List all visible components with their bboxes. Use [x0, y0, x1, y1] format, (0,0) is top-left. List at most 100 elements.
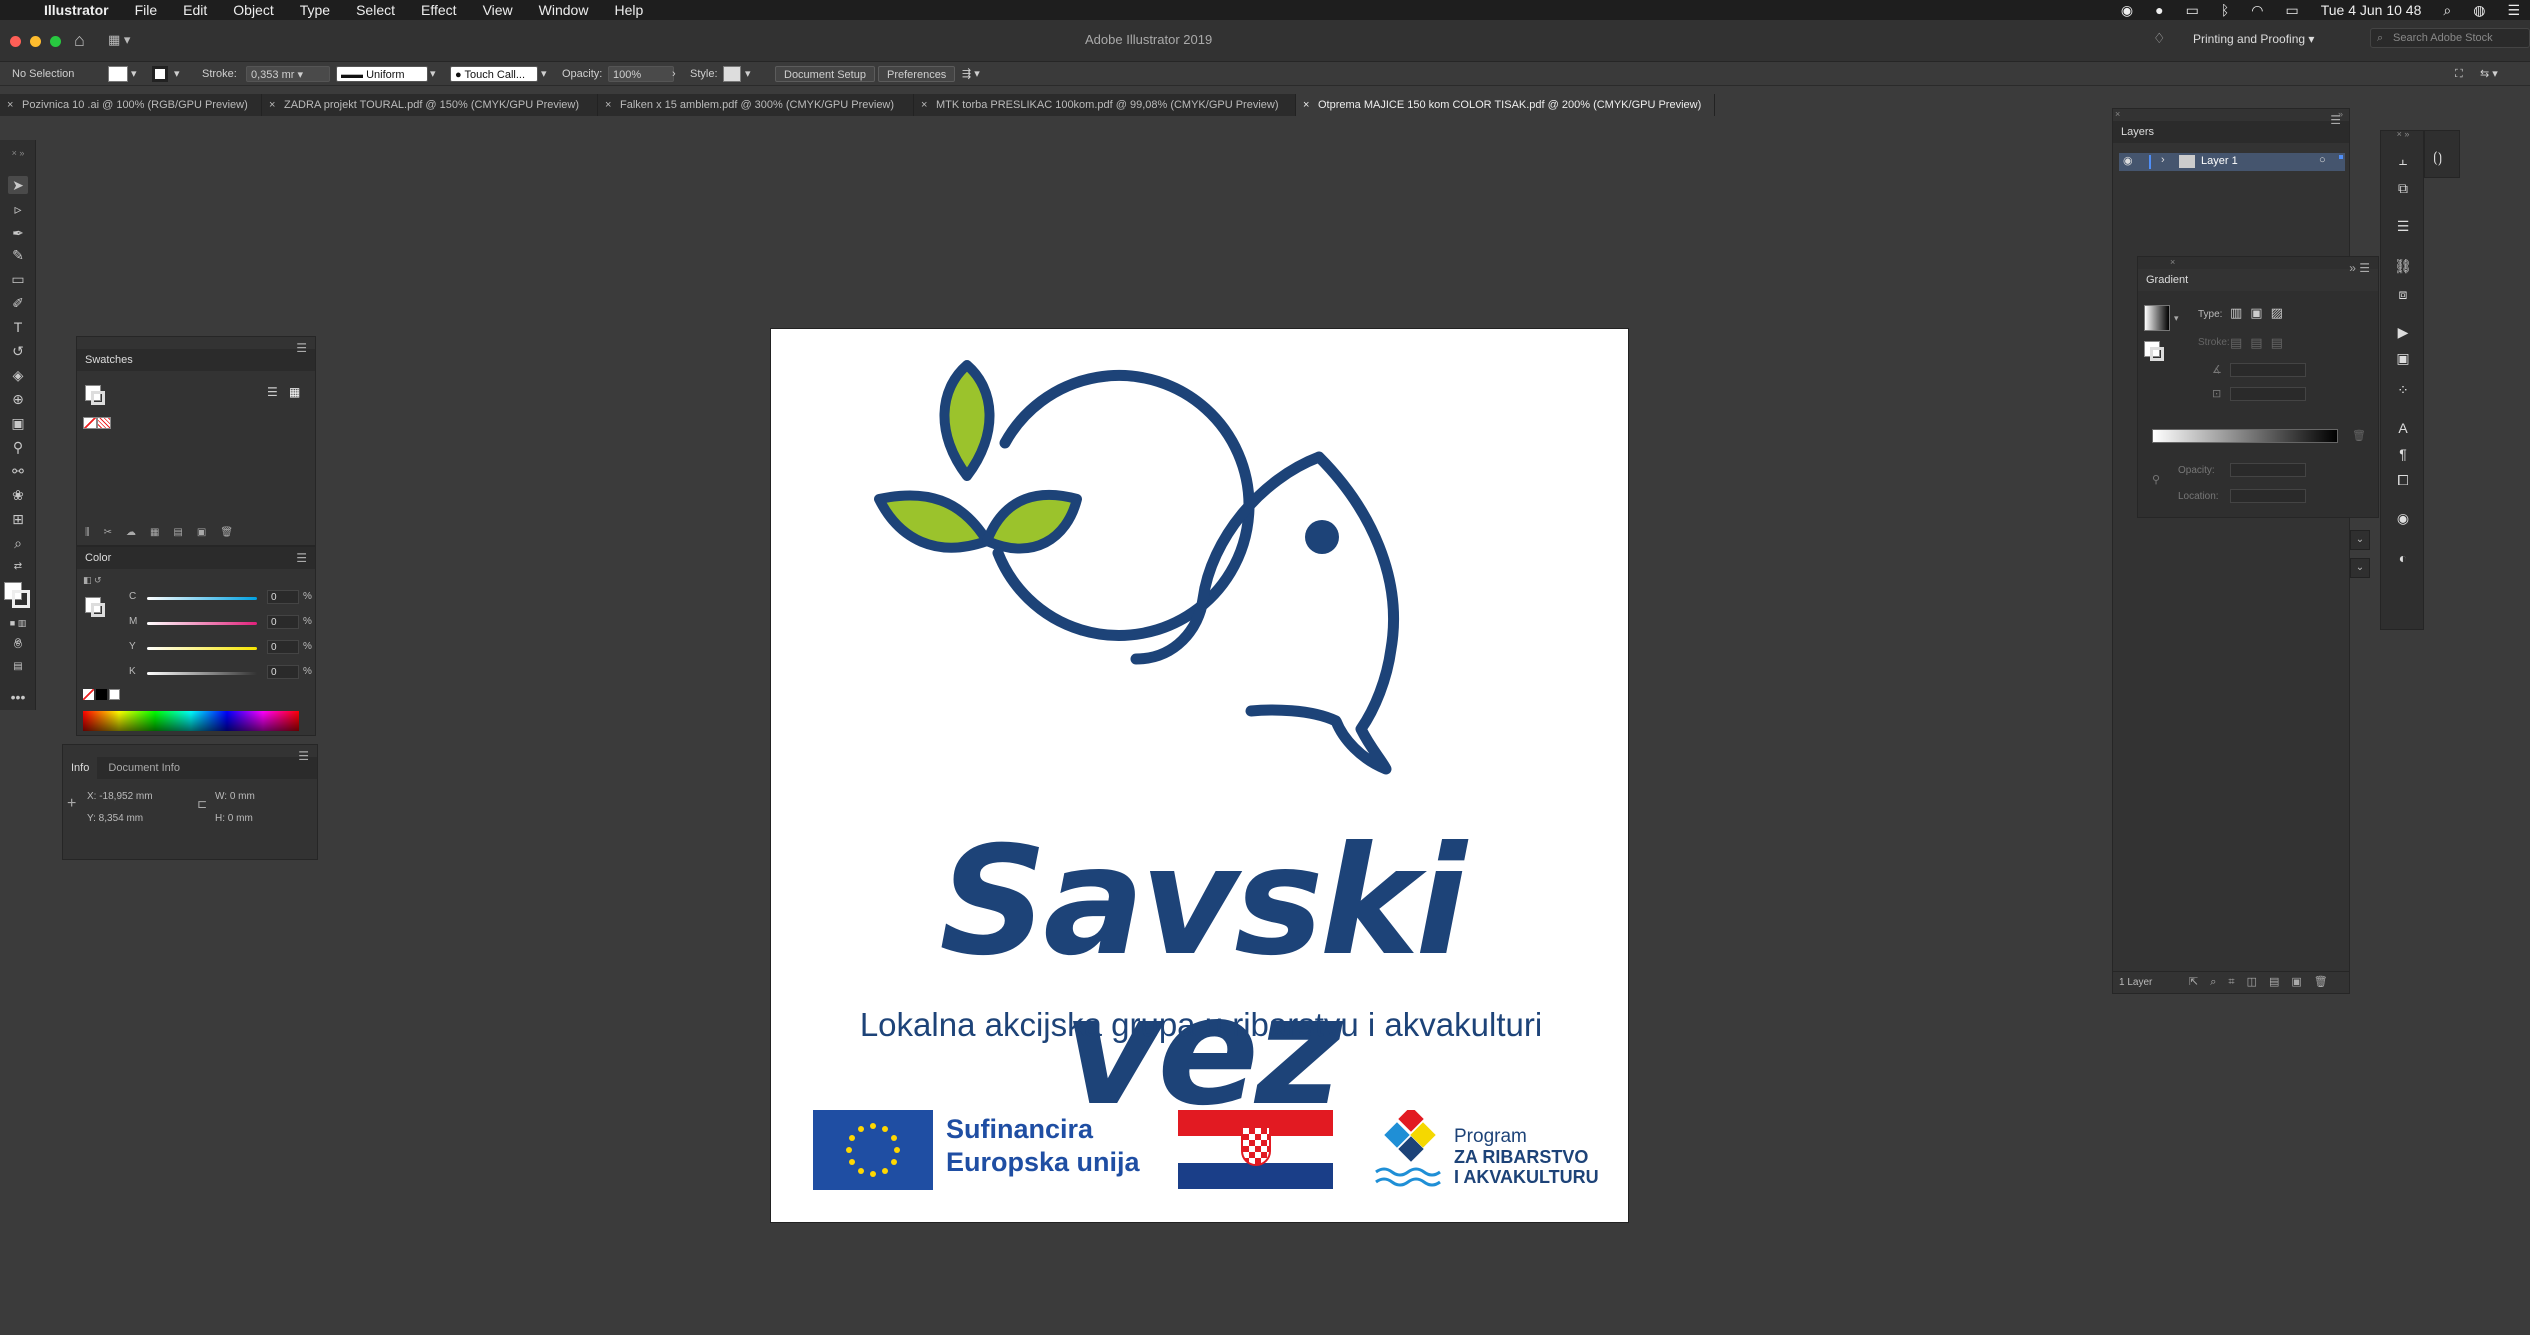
menu-type[interactable]: Type [300, 2, 330, 18]
close-tab-icon[interactable]: × [605, 94, 611, 116]
stroke-weight-input[interactable]: 0,353 mr ▾ [246, 66, 330, 82]
yellow-slider[interactable] [147, 647, 257, 650]
close-window-button[interactable] [10, 36, 21, 47]
curvature-tool-icon[interactable]: ✎ [8, 246, 28, 264]
panel-grip[interactable] [77, 337, 315, 349]
artboards-panel-icon[interactable]: ▣ [2393, 349, 2413, 367]
panel-grip[interactable] [63, 745, 317, 757]
close-tab-icon[interactable]: × [921, 94, 927, 116]
brush-definition[interactable]: ● Touch Call... [450, 66, 538, 82]
stroke-dropdown-icon[interactable]: ▾ [174, 66, 180, 82]
opacity-arrow-icon[interactable]: › [672, 66, 676, 82]
artboard-tool-icon[interactable]: ⊞ [8, 510, 28, 528]
black-slider[interactable] [147, 672, 257, 675]
zoom-tool-icon[interactable]: ⌕ [8, 534, 28, 552]
target-circle-icon[interactable]: ○ [2319, 154, 2326, 166]
layer-action-icons[interactable]: ⇱⌕⌗◫▤▣🗑 [2189, 975, 2340, 989]
panel-menu-icon[interactable]: ☰ [296, 547, 307, 569]
stroke-color-box[interactable] [12, 590, 30, 608]
style-dropdown-icon[interactable]: ▾ [745, 66, 751, 82]
eyedropper-tool-icon[interactable]: ⚲ [8, 438, 28, 456]
menu-window[interactable]: Window [539, 2, 589, 18]
clock[interactable]: Tue 4 Jun 10 48 [2321, 2, 2422, 18]
gradient-stroke-indicator[interactable] [2150, 347, 2164, 361]
layer-name[interactable]: Layer 1 [2201, 155, 2238, 167]
actions-panel-icon[interactable]: ▶ [2393, 323, 2413, 341]
magenta-slider[interactable] [147, 622, 257, 625]
brush-dropdown-icon[interactable]: ▾ [541, 66, 547, 82]
tab-document[interactable]: × MTK torba PRESLIKAC 100kom.pdf @ 99,08%… [914, 94, 1296, 116]
panel-menu-icon[interactable]: ☰ [298, 745, 309, 767]
edit-toolbar-icon[interactable]: ••• [8, 688, 28, 706]
shape-builder-tool-icon[interactable]: ⊕ [8, 390, 28, 408]
document-setup-button[interactable]: Document Setup [775, 66, 875, 82]
color-defaults-icon[interactable]: ◧ ↺ [83, 575, 102, 586]
layers-title[interactable]: Layers [2121, 126, 2154, 138]
app-menu[interactable]: Illustrator [44, 2, 109, 18]
panel-menu-icon[interactable]: ☰ [296, 337, 307, 359]
creative-cloud-icon[interactable]: ◉ [2121, 2, 2133, 19]
collapse-toolbar-icon[interactable]: × » [8, 144, 28, 162]
cyan-slider[interactable] [147, 597, 257, 600]
screen-mode-icon[interactable]: ▤ [8, 658, 28, 676]
align-panel-icon[interactable]: ⫠ [2393, 151, 2413, 169]
panel-options-icon[interactable]: ⛶ [2455, 66, 2463, 82]
appearance-panel-icon[interactable]: ◉ [2393, 509, 2413, 527]
tab-info[interactable]: Info [63, 757, 98, 779]
home-icon[interactable]: ⌂ [74, 30, 85, 51]
wifi-icon[interactable]: ◠ [2251, 2, 2263, 19]
swatch-stroke-indicator[interactable] [91, 391, 105, 405]
fill-dropdown-icon[interactable]: ▾ [131, 66, 137, 82]
tab-document[interactable]: × Falken x 15 amblem.pdf @ 300% (CMYK/GPU… [598, 94, 914, 116]
expand-panel-icon[interactable]: ⌄ [2350, 530, 2370, 550]
opacity-input[interactable]: 100% [608, 66, 674, 82]
panel-menu-icon[interactable]: ☰ [2330, 109, 2341, 131]
gradient-eyedropper-icon[interactable]: ⚲ [2152, 473, 2160, 486]
list-view-icon[interactable]: ☰ [267, 385, 278, 399]
eraser-tool-icon[interactable]: ◈ [8, 366, 28, 384]
siri-icon[interactable]: ◍ [2473, 2, 2485, 19]
fill-swatch[interactable] [108, 66, 128, 82]
graphic-style-swatch[interactable] [723, 66, 741, 82]
rectangle-tool-icon[interactable]: ▭ [8, 270, 28, 288]
workspace-switcher[interactable]: Printing and Proofing ▾ [2193, 32, 2314, 46]
lightbulb-icon[interactable]: ♢ [2153, 30, 2166, 47]
gradient-tool-icon[interactable]: ▣ [8, 414, 28, 432]
zoom-window-button[interactable] [50, 36, 61, 47]
tab-document[interactable]: × Pozivnica 10 .ai @ 100% (RGB/GPU Previe… [0, 94, 262, 116]
white-color-chip[interactable] [109, 689, 120, 700]
artboard[interactable]: Savski vez Lokalna akcijska grupa u riba… [771, 329, 1628, 1222]
pathfinder-panel-icon[interactable]: ⧉ [2393, 179, 2413, 197]
gradient-title[interactable]: Gradient [2146, 274, 2188, 286]
swatches-title[interactable]: Swatches [85, 354, 133, 366]
tab-document[interactable]: × ZADRA projekt TOURAL.pdf @ 150% (CMYK/G… [262, 94, 598, 116]
blend-tool-icon[interactable]: ⚯ [8, 462, 28, 480]
menu-select[interactable]: Select [356, 2, 395, 18]
profile-dropdown-icon[interactable]: ▾ [430, 66, 436, 82]
selection-indicator[interactable] [2339, 155, 2343, 159]
color-spectrum[interactable] [83, 711, 299, 731]
menu-help[interactable]: Help [614, 2, 643, 18]
color-stroke-indicator[interactable] [91, 603, 105, 617]
links-panel-icon[interactable]: ⛓ [2393, 257, 2413, 275]
menu-effect[interactable]: Effect [421, 2, 457, 18]
stock-search-input[interactable]: ⌕ Search Adobe Stock [2370, 28, 2530, 48]
status-icon[interactable]: ● [2155, 2, 2163, 18]
opentype-panel-icon[interactable]: ⧠ [2393, 471, 2413, 489]
menu-object[interactable]: Object [233, 2, 273, 18]
notification-center-icon[interactable]: ☰ [2507, 2, 2520, 19]
close-tab-icon[interactable]: × [1303, 94, 1309, 116]
yellow-value[interactable]: 0 [267, 640, 299, 654]
swap-fill-stroke-icon[interactable]: ⇄ [8, 558, 28, 576]
transparency-panel-icon[interactable]: ◐ [2393, 549, 2413, 567]
airplay-icon[interactable]: ▭ [2186, 2, 2199, 19]
tab-document-info[interactable]: Document Info [100, 757, 188, 779]
preferences-button[interactable]: Preferences [878, 66, 956, 82]
transform-panel-icon[interactable]: ⧈ [2393, 285, 2413, 303]
symbol-sprayer-tool-icon[interactable]: ❀ [8, 486, 28, 504]
paragraph-panel-icon[interactable]: ¶ [2393, 445, 2413, 463]
minimize-window-button[interactable] [30, 36, 41, 47]
swatch-library-icons[interactable]: ⫼✂☁▦▤▣🗑 [85, 527, 247, 538]
gradient-opacity-input[interactable] [2230, 463, 2306, 477]
expand-layer-icon[interactable]: › [2161, 154, 2165, 166]
